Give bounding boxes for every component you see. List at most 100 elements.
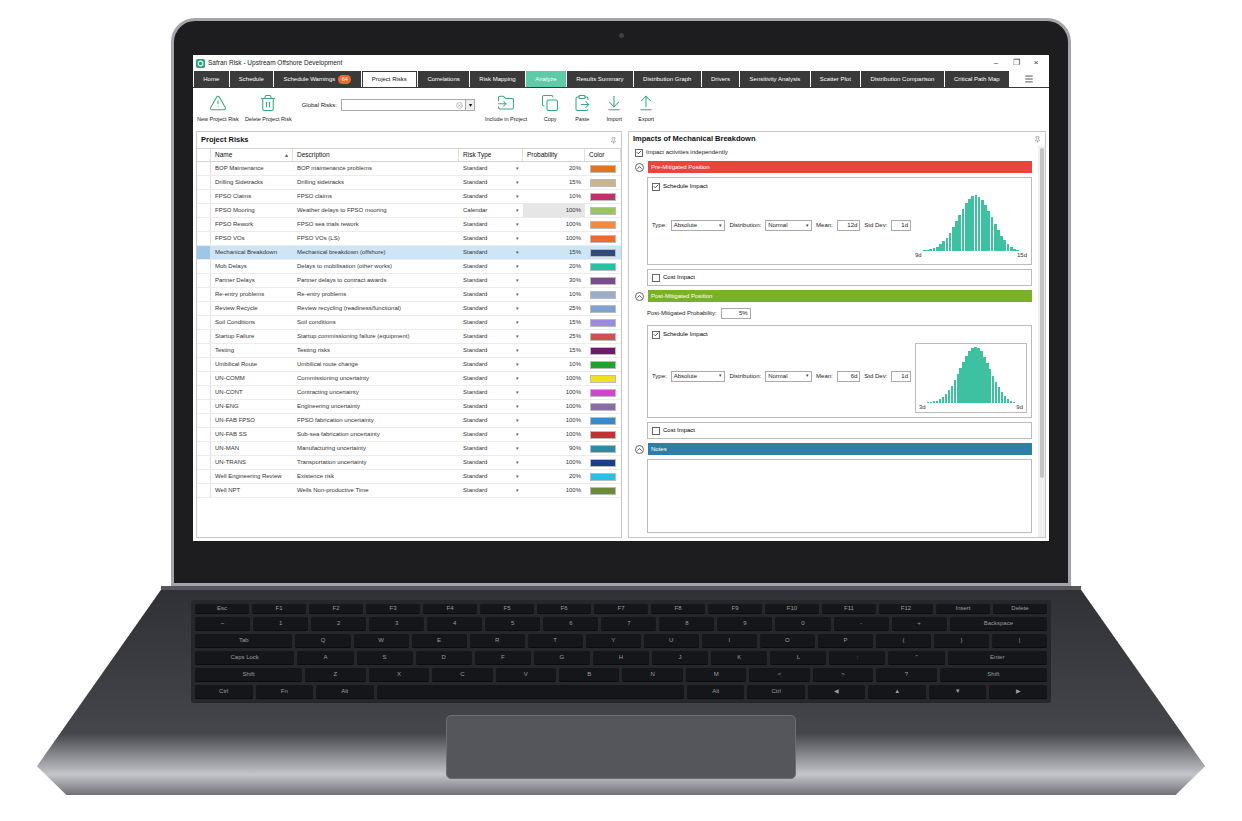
- select-field[interactable]: Absolute▾: [671, 371, 726, 382]
- toolbar-button[interactable]: Paste: [573, 94, 591, 123]
- section-bar[interactable]: Post-Mitigated Position: [635, 290, 1032, 302]
- mean-input[interactable]: 12d: [837, 220, 861, 231]
- keyboard-key[interactable]: F2: [309, 604, 363, 614]
- color-swatch[interactable]: [590, 305, 616, 313]
- pin-icon[interactable]: [610, 137, 617, 144]
- checkbox[interactable]: [652, 274, 660, 282]
- menu-button[interactable]: [1010, 71, 1048, 87]
- table-row[interactable]: UN-MANManufacturing uncertaintyStandard▾…: [197, 442, 621, 456]
- keyboard-key[interactable]: B: [559, 668, 619, 682]
- keyboard-key[interactable]: F6: [537, 604, 591, 614]
- keyboard-key[interactable]: V: [496, 668, 556, 682]
- keyboard-key[interactable]: Q: [295, 634, 350, 648]
- post-probability-input[interactable]: 5%: [721, 308, 751, 319]
- color-swatch[interactable]: [590, 291, 616, 299]
- keyboard-key[interactable]: <: [749, 668, 809, 682]
- toolbar-button[interactable]: Copy: [541, 94, 559, 123]
- column-header[interactable]: Name▴: [211, 149, 293, 161]
- notes-box[interactable]: [647, 459, 1032, 533]
- keyboard-key[interactable]: Ctrl: [195, 685, 253, 699]
- color-swatch[interactable]: [590, 459, 616, 467]
- keyboard-key[interactable]: H: [593, 651, 649, 665]
- tab[interactable]: Scatter Plot: [811, 71, 861, 87]
- keyboard-key[interactable]: E: [412, 634, 467, 648]
- table-row[interactable]: Well Engineering ReviewExistence riskSta…: [197, 470, 621, 484]
- clear-icon[interactable]: [456, 102, 463, 109]
- table-row[interactable]: UN-FAB FPSOFPSO fabrication uncertaintyS…: [197, 414, 621, 428]
- keyboard-key[interactable]: F4: [423, 604, 477, 614]
- table-row[interactable]: Review RecycleReview recycling (readines…: [197, 302, 621, 316]
- keyboard-key[interactable]: ": [888, 651, 944, 665]
- checkbox[interactable]: [652, 183, 660, 191]
- keyboard-key[interactable]: F1: [252, 604, 306, 614]
- keyboard-key[interactable]: [377, 685, 684, 699]
- color-swatch[interactable]: [590, 375, 616, 383]
- keyboard-key[interactable]: 6: [543, 617, 598, 631]
- keyboard-key[interactable]: F12: [879, 604, 933, 614]
- keyboard-key[interactable]: 4: [427, 617, 482, 631]
- tab[interactable]: Results Summary: [567, 71, 633, 87]
- keyboard-key[interactable]: F11: [822, 604, 876, 614]
- std-dev-input[interactable]: 1d: [891, 371, 911, 382]
- table-row[interactable]: BOP MaintenanceBOP maintenance problemsS…: [197, 162, 621, 176]
- keyboard-key[interactable]: N: [622, 668, 682, 682]
- tab[interactable]: Schedule: [230, 71, 274, 87]
- keyboard-key[interactable]: O: [760, 634, 815, 648]
- keyboard-key[interactable]: 0: [775, 617, 830, 631]
- color-swatch[interactable]: [590, 417, 616, 425]
- color-swatch[interactable]: [590, 277, 616, 285]
- select-field[interactable]: Absolute▾: [671, 220, 726, 231]
- tab[interactable]: Critical Path Map: [945, 71, 1009, 87]
- window-control-button[interactable]: –: [986, 57, 1006, 69]
- keyboard-key[interactable]: {: [876, 634, 931, 648]
- color-swatch[interactable]: [590, 207, 616, 215]
- keyboard-key[interactable]: }: [934, 634, 989, 648]
- keyboard-key[interactable]: Caps Lock: [195, 651, 294, 665]
- color-swatch[interactable]: [590, 487, 616, 495]
- keyboard-key[interactable]: C: [432, 668, 492, 682]
- table-row[interactable]: Drilling SidetracksDrilling sidetracksSt…: [197, 176, 621, 190]
- keyboard-key[interactable]: 3: [369, 617, 424, 631]
- keyboard-key[interactable]: Backspace: [950, 617, 1047, 631]
- table-row[interactable]: Mob DelaysDelays to mobilisation (other …: [197, 260, 621, 274]
- toolbar-button[interactable]: Import: [605, 94, 623, 123]
- tab[interactable]: Analyze: [526, 71, 566, 87]
- keyboard-key[interactable]: S: [357, 651, 413, 665]
- toolbar-button[interactable]: Include in Project: [485, 94, 527, 123]
- keyboard-key[interactable]: X: [369, 668, 429, 682]
- keyboard-key[interactable]: M: [686, 668, 746, 682]
- table-row[interactable]: UN-FAB SSSub-sea fabrication uncertainty…: [197, 428, 621, 442]
- tab[interactable]: Drivers: [702, 71, 740, 87]
- color-swatch[interactable]: [590, 221, 616, 229]
- keyboard-key[interactable]: Shift: [940, 668, 1047, 682]
- table-row[interactable]: FPSO ReworkFPSO sea trials reworkStandar…: [197, 218, 621, 232]
- tab[interactable]: Risk Mapping: [470, 71, 525, 87]
- checkbox[interactable]: [635, 149, 643, 157]
- table-row[interactable]: FPSO MooringWeather delays to FPSO moori…: [197, 204, 621, 218]
- keyboard-key[interactable]: 2: [311, 617, 366, 631]
- keyboard-key[interactable]: Ctrl: [747, 685, 805, 699]
- tab[interactable]: Project Risks: [362, 71, 418, 87]
- color-swatch[interactable]: [590, 319, 616, 327]
- table-row[interactable]: Partner DelaysPartner delays to contract…: [197, 274, 621, 288]
- keyboard-key[interactable]: Alt: [687, 685, 745, 699]
- mean-input[interactable]: 6d: [837, 371, 861, 382]
- keyboard-key[interactable]: |: [992, 634, 1047, 648]
- keyboard-key[interactable]: Y: [586, 634, 641, 648]
- keyboard-key[interactable]: Shift: [195, 668, 302, 682]
- table-row[interactable]: Startup FailureStartup commissioning fai…: [197, 330, 621, 344]
- touchpad[interactable]: [446, 715, 796, 779]
- section-bar[interactable]: Notes: [635, 443, 1032, 455]
- select-field[interactable]: Normal▾: [765, 220, 812, 231]
- keyboard-key[interactable]: L: [770, 651, 826, 665]
- global-risks-select[interactable]: ▾: [341, 99, 475, 111]
- std-dev-input[interactable]: 1d: [891, 220, 911, 231]
- column-header[interactable]: Probability: [523, 149, 585, 161]
- window-control-button[interactable]: ❐: [1006, 57, 1026, 69]
- keyboard-key[interactable]: ▶: [989, 685, 1047, 699]
- column-header[interactable]: Description: [293, 149, 459, 161]
- keyboard-key[interactable]: F9: [708, 604, 762, 614]
- keyboard-key[interactable]: 7: [601, 617, 656, 631]
- keyboard-key[interactable]: A: [297, 651, 353, 665]
- color-swatch[interactable]: [590, 473, 616, 481]
